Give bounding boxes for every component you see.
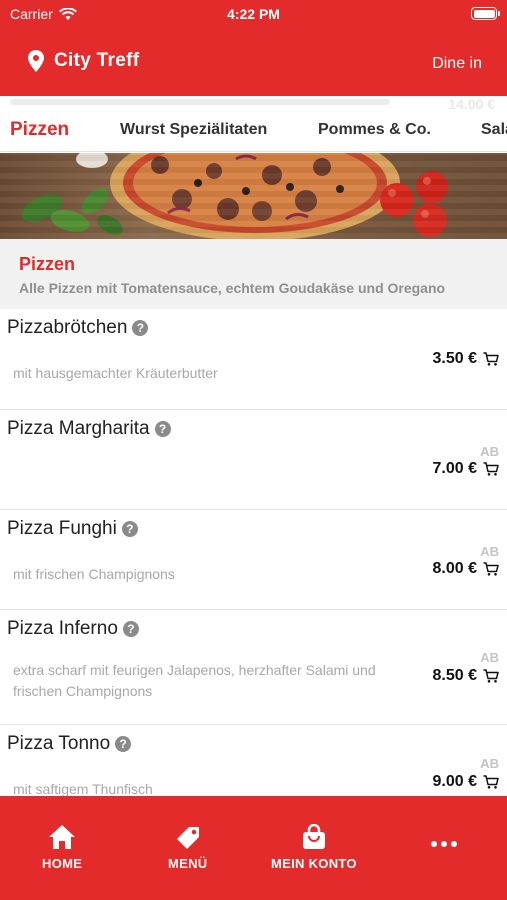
item-name-row: Pizza Margharita ?: [7, 418, 171, 440]
item-name: Pizzabrötchen: [7, 317, 128, 338]
item-name: Pizza Inferno: [7, 618, 118, 639]
menu-item-pizza-funghi[interactable]: Pizza Funghi ? mit frischen Champignons …: [0, 510, 507, 610]
info-icon[interactable]: ?: [121, 521, 138, 537]
status-time: 4:22 PM: [227, 6, 280, 22]
ghost-price: 14.00 €: [448, 96, 495, 110]
location-selector[interactable]: City Treff: [28, 50, 139, 72]
menu-item-pizzabroetchen[interactable]: Pizzabrötchen ? mit hausgemachter Kräute…: [0, 309, 507, 410]
cart-icon: [483, 562, 499, 576]
item-name: Pizza Margharita: [7, 418, 150, 439]
item-price-button[interactable]: 8.50 €: [433, 667, 499, 685]
price-from-label: AB: [480, 444, 499, 459]
bottom-navigation: HOME MENÜ MEIN KONTO: [0, 796, 507, 900]
nav-my-account[interactable]: MEIN KONTO: [271, 824, 357, 871]
nav-menu-label: MENÜ: [168, 856, 208, 871]
item-description: mit saftigem Thunfisch: [13, 781, 153, 796]
item-description: mit frischen Champignons: [13, 566, 175, 582]
item-price: 3.50 €: [432, 350, 477, 367]
category-section-header: Pizzen Alle Pizzen mit Tomatensauce, ech…: [0, 239, 507, 309]
item-description: extra scharf mit feurigen Jalapenos, her…: [13, 662, 376, 699]
item-name-row: Pizza Inferno ?: [7, 618, 139, 640]
item-price: 7.00 €: [432, 460, 477, 477]
tab-pizzen[interactable]: Pizzen: [10, 119, 69, 141]
cart-icon: [483, 775, 499, 789]
menu-item-pizza-inferno[interactable]: Pizza Inferno ? extra scharf mit feurige…: [0, 610, 507, 725]
category-tabs: Pizzen Wurst Speziälitaten Pommes & Co. …: [0, 110, 507, 152]
tab-salate[interactable]: Sala: [481, 121, 507, 139]
home-icon: [49, 825, 76, 849]
nav-home-label: HOME: [42, 856, 83, 871]
menu-item-pizza-margharita[interactable]: Pizza Margharita ? AB 7.00 €: [0, 410, 507, 510]
shopping-bag-icon: [302, 824, 325, 849]
price-from-label: AB: [480, 756, 499, 771]
map-pin-icon: [28, 50, 44, 72]
section-description: Alle Pizzen mit Tomatensauce, echtem Gou…: [19, 280, 446, 296]
item-name-row: Pizza Tonno ?: [7, 733, 132, 755]
ghost-text-line: [10, 99, 390, 105]
section-title: Pizzen: [19, 254, 76, 274]
cart-icon: [483, 669, 499, 683]
battery-icon: [471, 7, 500, 20]
more-dots-icon: [431, 841, 457, 847]
nav-menu[interactable]: MENÜ: [168, 824, 207, 871]
nav-account-label: MEIN KONTO: [271, 856, 357, 871]
dine-mode-toggle[interactable]: Dine in: [432, 55, 482, 73]
cart-icon: [483, 462, 499, 476]
item-name: Pizza Tonno: [7, 733, 111, 754]
item-price-button[interactable]: 9.00 €: [433, 773, 499, 791]
app-header: Carrier 4:22 PM City Treff Dine in: [0, 0, 507, 96]
info-icon[interactable]: ?: [115, 736, 132, 752]
item-name-row: Pizza Funghi ?: [7, 518, 138, 540]
item-name-row: Pizzabrötchen ?: [7, 317, 149, 339]
tag-icon: [176, 827, 199, 849]
price-from-label: AB: [480, 544, 499, 559]
nav-more[interactable]: [430, 840, 458, 848]
info-icon[interactable]: ?: [132, 320, 149, 336]
tab-wurst-spezialitaten[interactable]: Wurst Speziälitaten: [120, 121, 267, 139]
menu-item-pizza-tonno[interactable]: Pizza Tonno ? mit saftigem Thunfisch AB …: [0, 725, 507, 796]
item-price-button[interactable]: 8.00 €: [433, 560, 499, 578]
item-name: Pizza Funghi: [7, 518, 117, 539]
item-price-button[interactable]: 7.00 €: [433, 460, 499, 478]
tab-pommes[interactable]: Pommes & Co.: [318, 121, 431, 139]
info-icon[interactable]: ?: [154, 421, 171, 437]
item-price: 9.00 €: [432, 773, 477, 790]
category-banner-image: [0, 153, 507, 239]
cart-icon: [483, 352, 499, 366]
info-icon[interactable]: ?: [122, 621, 139, 637]
location-bar: City Treff Dine in: [0, 46, 507, 82]
price-from-label: AB: [480, 650, 499, 665]
menu-item-list: Pizzabrötchen ? mit hausgemachter Kräute…: [0, 309, 507, 796]
item-price-button[interactable]: 3.50 €: [433, 350, 499, 368]
status-bar: Carrier 4:22 PM: [0, 0, 507, 30]
item-description: mit hausgemachter Kräuterbutter: [13, 365, 218, 381]
location-name: City Treff: [54, 50, 140, 71]
item-price: 8.00 €: [432, 560, 477, 577]
item-price: 8.50 €: [432, 667, 477, 684]
scrolled-item-ghost: 14.00 €: [0, 96, 507, 110]
nav-home[interactable]: HOME: [42, 824, 82, 871]
